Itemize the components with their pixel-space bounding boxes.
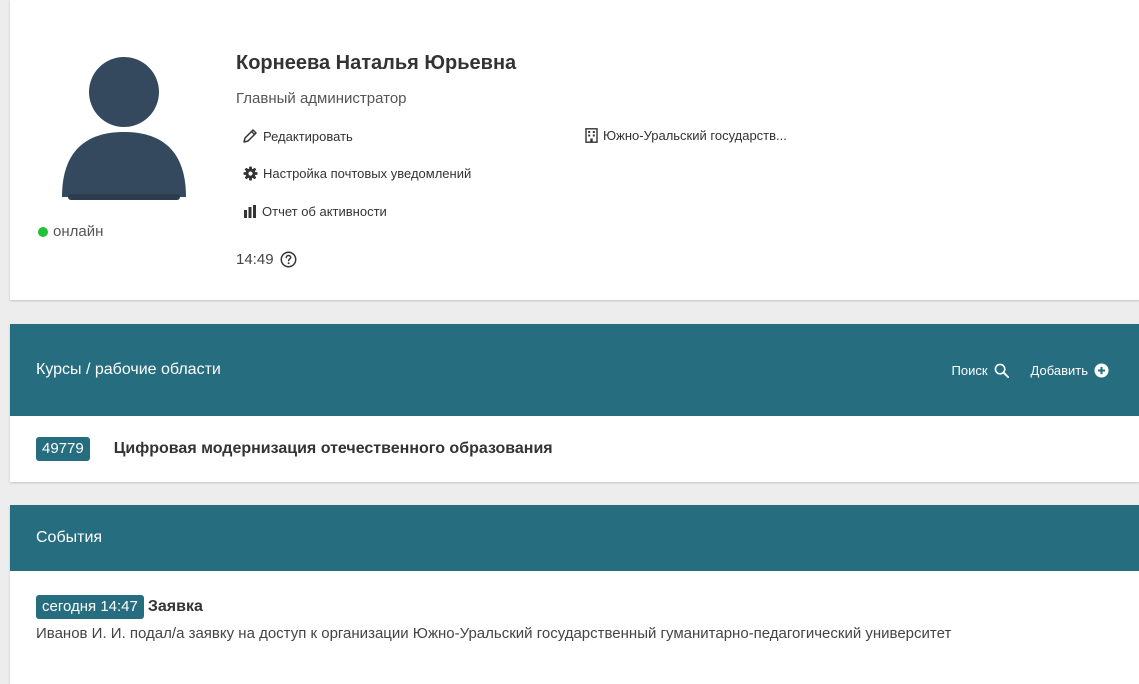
edit-link-label: Редактировать (263, 128, 353, 144)
add-button-label: Добавить (1030, 362, 1088, 378)
search-icon (994, 363, 1009, 378)
avatar (62, 57, 186, 200)
events-header: События (10, 505, 1139, 571)
activity-report-link[interactable]: Отчет об активности (243, 204, 387, 219)
events-panel: События сегодня 14:47 Заявка Иванов И. И… (10, 505, 1139, 684)
list-item: сегодня 14:47 Заявка Иванов И. И. подал/… (10, 571, 1139, 644)
organization-link[interactable]: Южно-Уральский государств... (585, 128, 787, 143)
bar-chart-icon (244, 204, 256, 218)
organization-label: Южно-Уральский государств... (603, 128, 787, 143)
profile-role: Главный администратор (236, 90, 407, 107)
courses-panel: Курсы / рабочие области Поиск Добавить 4… (10, 324, 1139, 482)
courses-actions: Поиск Добавить (952, 363, 1109, 378)
add-course-button[interactable]: Добавить (1031, 363, 1109, 378)
courses-title: Курсы / рабочие области (36, 361, 221, 378)
event-time-badge: сегодня 14:47 (36, 595, 144, 619)
edit-link[interactable]: Редактировать (242, 128, 353, 144)
local-time: 14:49 (236, 251, 297, 268)
courses-header: Курсы / рабочие области Поиск Добавить (10, 324, 1139, 416)
search-button[interactable]: Поиск (952, 363, 1009, 378)
activity-report-label: Отчет об активности (262, 204, 387, 219)
online-dot-icon (38, 226, 48, 237)
profile-name: Корнеева Наталья Юрьевна (236, 52, 517, 74)
gear-icon (243, 166, 258, 181)
pencil-icon (243, 129, 257, 143)
question-circle-icon[interactable] (280, 251, 297, 268)
course-title-link[interactable]: Цифровая модернизация отечественного обр… (114, 440, 553, 458)
search-button-label: Поиск (951, 362, 988, 378)
online-status-label: онлайн (53, 223, 104, 240)
events-title: События (36, 529, 103, 546)
event-description: Иванов И. И. подал/а заявку на доступ к … (36, 625, 952, 642)
plus-circle-icon (1094, 362, 1109, 378)
notifications-settings-label: Настройка почтовых уведомлений (263, 166, 472, 181)
notifications-settings-link[interactable]: Настройка почтовых уведомлений (243, 166, 471, 181)
course-id-badge: 49779 (36, 437, 90, 461)
profile-card: онлайн Корнеева Наталья Юрьевна Главный … (10, 0, 1139, 300)
online-status: онлайн (38, 223, 103, 240)
event-head: сегодня 14:47 Заявка (36, 595, 1113, 619)
building-icon (585, 128, 598, 143)
event-type: Заявка (147, 598, 203, 615)
local-time-value: 14:49 (236, 251, 274, 268)
list-item[interactable]: 49779 Цифровая модернизация отечественно… (10, 416, 1139, 482)
